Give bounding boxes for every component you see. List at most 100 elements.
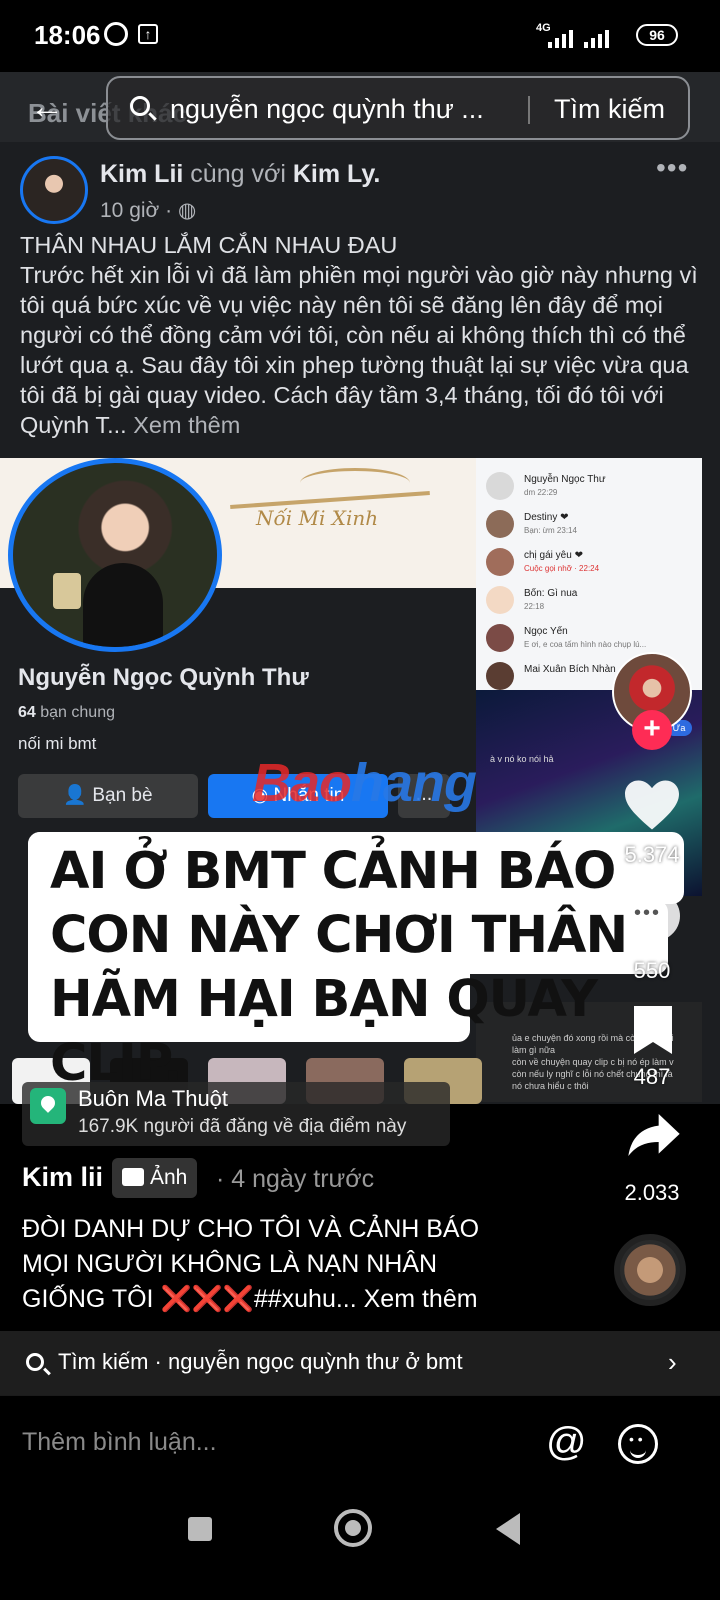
chat-name: Destiny ❤ bbox=[524, 512, 569, 523]
profile-bio: nối mi bmt bbox=[18, 734, 97, 753]
cover-brand: Nối Mi Xinh bbox=[256, 506, 379, 530]
share-count: 2.033 bbox=[624, 1180, 680, 1205]
person-icon: 👤 bbox=[63, 785, 93, 806]
chat-avatar bbox=[486, 586, 514, 614]
divider bbox=[528, 96, 530, 124]
battery-icon: 96 bbox=[636, 24, 678, 46]
save-count: 487 bbox=[633, 1064, 671, 1089]
post-tagged: Kim Ly. bbox=[292, 160, 381, 188]
chat-name: Bốn: Gì nua bbox=[524, 588, 578, 599]
chat-sub: 22:18 bbox=[524, 602, 545, 611]
chat-row: Destiny ❤ Bạn: ừm 23:14 bbox=[486, 510, 692, 540]
fb-search-bar: nguyễn ngọc quỳnh thư ... Tìm kiếm bbox=[106, 76, 690, 140]
chat-row: Ngọc Yến E ơi, e coa tấm hình nào chụp l… bbox=[486, 624, 692, 654]
post-author: Kim Lii bbox=[100, 160, 184, 188]
recents-button[interactable] bbox=[188, 1517, 212, 1541]
post-with: cùng với bbox=[190, 160, 286, 188]
upload-icon: ↑ bbox=[138, 24, 158, 44]
back-arrow-icon: ← bbox=[30, 88, 64, 126]
chevron-right-icon: › bbox=[668, 1347, 677, 1377]
home-button[interactable] bbox=[334, 1509, 372, 1547]
chat-name: chị gái yêu ❤ bbox=[524, 550, 583, 561]
post-text: THÂN NHAU LẮM CẮN NHAU ĐAU Trước hết xin… bbox=[20, 230, 710, 440]
post-body: THÂN NHAU LẮM CẮN NHAU ĐAU Trước hết xin… bbox=[20, 232, 698, 438]
friends-label: Bạn bè bbox=[92, 785, 153, 806]
avatar-cup bbox=[53, 573, 81, 609]
post-author-avatar bbox=[20, 156, 88, 224]
post-time: 10 giờ · ◍ bbox=[100, 198, 196, 223]
description-line: GIỐNG TÔI ❌❌❌##xuhu... Xem thêm bbox=[22, 1285, 478, 1313]
post-author-line: Kim Lii cùng với Kim Ly. bbox=[100, 160, 380, 189]
comment-bar: Thêm bình luận... @ bbox=[0, 1395, 720, 1493]
chat-sub: Cuộc gọi nhỡ · 22:24 bbox=[524, 564, 600, 573]
video-description[interactable]: ĐÒI DANH DỰ CHO TÔI VÀ CẢNH BÁO MỌI NGƯỜ… bbox=[22, 1212, 582, 1317]
search-icon bbox=[130, 96, 150, 116]
chat-name: Ngọc Yến bbox=[524, 626, 568, 637]
mutual-label: bạn chung bbox=[40, 704, 115, 721]
chat-row: Nguyễn Ngọc Thư dm 22:29 bbox=[486, 472, 692, 502]
signal-icon bbox=[548, 26, 573, 48]
chat-row: Bốn: Gì nua 22:18 bbox=[486, 586, 692, 616]
like-count: 5.374 bbox=[624, 842, 680, 867]
watermark-blue: hang bbox=[351, 753, 477, 813]
search-suggestion-bar[interactable]: Tìm kiếm · nguyễn ngọc quỳnh thư ở bmt › bbox=[0, 1331, 720, 1395]
chat-name: Mai Xuân Bích Nhàn bbox=[524, 664, 616, 675]
watermark: Baohang bbox=[252, 752, 477, 814]
follow-button[interactable]: + bbox=[632, 710, 672, 750]
fb-header: Bài viết khác ← nguyễn ngọc quỳnh thư ..… bbox=[0, 72, 720, 142]
clock: 18:06 bbox=[34, 20, 101, 50]
system-nav-bar bbox=[0, 1493, 720, 1600]
mention-icon[interactable]: @ bbox=[546, 1420, 587, 1465]
chat-name: Nguyễn Ngọc Thư bbox=[524, 474, 606, 485]
chat-row: chị gái yêu ❤ Cuộc gọi nhỡ · 22:24 bbox=[486, 548, 692, 578]
photo-content[interactable]: Bài viết khác ← nguyễn ngọc quỳnh thư ..… bbox=[0, 72, 720, 1104]
like-icon[interactable] bbox=[622, 778, 682, 832]
profile-mutual: 64 bạn chung bbox=[18, 704, 115, 722]
location-pin-icon bbox=[30, 1088, 66, 1124]
chat-avatar bbox=[486, 662, 514, 690]
fb-search-button: Tìm kiếm bbox=[554, 94, 665, 124]
comment-icon[interactable] bbox=[624, 890, 680, 942]
location-name: Buôn Ma Thuột bbox=[78, 1086, 229, 1111]
watermark-red: Bao bbox=[252, 753, 352, 813]
chat-avatar bbox=[486, 624, 514, 652]
description-line: ĐÒI DANH DỰ CHO TÔI VÀ CẢNH BÁO bbox=[22, 1215, 480, 1243]
chat-sub: E ơi, e coa tấm hình nào chụp lú... bbox=[524, 640, 647, 649]
friends-button: 👤 Bạn bè bbox=[18, 774, 198, 818]
chat-message: à v nó ko nói hả bbox=[490, 754, 554, 764]
chat-avatar bbox=[486, 510, 514, 538]
photo-tag: Ảnh bbox=[112, 1158, 198, 1198]
comment-input[interactable]: Thêm bình luận... bbox=[22, 1428, 217, 1457]
post-age: · 4 ngày trước bbox=[216, 1165, 375, 1193]
chat-sub: Bạn: ừm 23:14 bbox=[524, 526, 577, 535]
comment-count: 550 bbox=[633, 958, 671, 983]
search-icon bbox=[26, 1353, 44, 1371]
globe-icon: ◍ bbox=[177, 199, 197, 222]
location-tag[interactable]: Buôn Ma Thuột 167.9K người đã đăng về đị… bbox=[22, 1082, 450, 1146]
signal-icon-2 bbox=[584, 26, 609, 48]
music-disc[interactable] bbox=[614, 1234, 686, 1306]
profile-name: Nguyễn Ngọc Quỳnh Thư bbox=[18, 664, 309, 691]
image-icon bbox=[122, 1168, 144, 1186]
post-time-text: 10 giờ · bbox=[100, 199, 173, 222]
fb-search-query: nguyễn ngọc quỳnh thư ... bbox=[170, 94, 484, 124]
overlay-caption: AI Ở BMT CẢNH BÁO CON NÀY CHƠI THÂN HÃM … bbox=[50, 842, 628, 1093]
search-suggestion-text: Tìm kiếm · nguyễn ngọc quỳnh thư ở bmt bbox=[58, 1349, 463, 1374]
chat-sub: dm 22:29 bbox=[524, 488, 558, 497]
status-bar: 18:06 ↑ 4G 96 bbox=[0, 0, 720, 72]
post-see-more: Xem thêm bbox=[133, 412, 241, 438]
mutual-count: 64 bbox=[18, 704, 36, 721]
location-subtitle: 167.9K người đã đăng về địa điểm này bbox=[78, 1116, 407, 1137]
chat-avatar bbox=[486, 472, 514, 500]
description-line: MỌI NGƯỜI KHÔNG LÀ NẠN NHÂN bbox=[22, 1250, 438, 1278]
back-button[interactable] bbox=[496, 1513, 520, 1545]
avatar-figure bbox=[83, 563, 163, 647]
photo-tag-label: Ảnh bbox=[150, 1166, 188, 1189]
profile-avatar bbox=[8, 458, 222, 652]
author-name[interactable]: Kim lii bbox=[22, 1162, 103, 1193]
chat-avatar bbox=[486, 548, 514, 576]
share-icon[interactable] bbox=[626, 1110, 682, 1160]
emoji-icon[interactable] bbox=[618, 1424, 658, 1464]
more-icon: ••• bbox=[656, 152, 689, 183]
alarm-icon bbox=[104, 22, 128, 46]
